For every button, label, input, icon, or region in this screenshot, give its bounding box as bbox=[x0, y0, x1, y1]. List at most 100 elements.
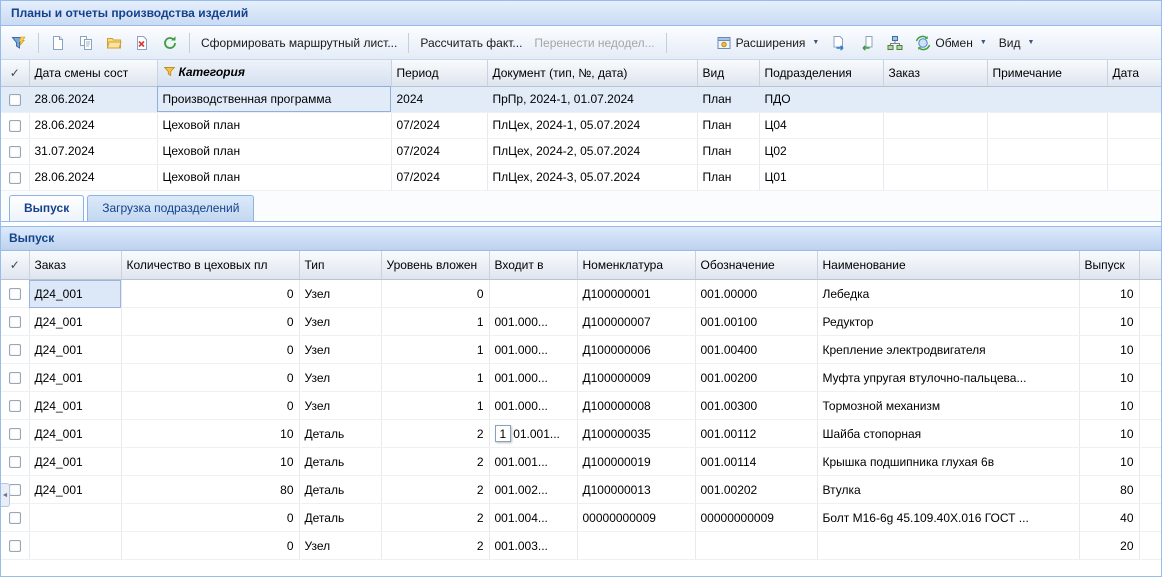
cell-name[interactable]: Болт М16-6g 45.109.40Х.016 ГОСТ ... bbox=[817, 504, 1079, 532]
cell-qty[interactable]: 0 bbox=[121, 392, 299, 420]
output-row[interactable]: Д24_001 0 Узел 1 001.000... Д100000008 0… bbox=[1, 392, 1161, 420]
cell-note[interactable] bbox=[987, 138, 1107, 164]
cell-designation[interactable]: 001.00000 bbox=[695, 280, 817, 308]
cell-nomenclature[interactable]: Д100000013 bbox=[577, 476, 695, 504]
cell-date2[interactable] bbox=[1107, 138, 1162, 164]
set-filter-button[interactable] bbox=[5, 31, 33, 55]
row-checkbox[interactable] bbox=[9, 540, 21, 552]
cell-parent[interactable]: 101.001... bbox=[489, 420, 577, 448]
calc-fact-button[interactable]: Рассчитать факт... bbox=[414, 32, 528, 54]
open-folder-button[interactable] bbox=[100, 31, 128, 55]
cell-note[interactable] bbox=[987, 112, 1107, 138]
cell-order[interactable] bbox=[883, 86, 987, 112]
plans-row[interactable]: 28.06.2024 Цеховой план 07/2024 ПлЦех, 2… bbox=[1, 112, 1162, 138]
row-checkbox[interactable] bbox=[9, 372, 21, 384]
structure-button[interactable] bbox=[881, 31, 909, 55]
cell-order[interactable]: Д24_001 bbox=[29, 364, 121, 392]
cell-name[interactable]: Муфта упругая втулочно-пальцева... bbox=[817, 364, 1079, 392]
cell-output[interactable]: 10 bbox=[1079, 364, 1139, 392]
cell-category[interactable]: Цеховой план bbox=[157, 112, 391, 138]
cell-type[interactable]: Деталь bbox=[299, 448, 381, 476]
cell-level[interactable]: 1 bbox=[381, 336, 489, 364]
row-checkbox[interactable] bbox=[9, 94, 21, 106]
col-header-document[interactable]: Документ (тип, №, дата) bbox=[487, 60, 697, 86]
exchange-button[interactable]: Обмен ▼ bbox=[909, 31, 992, 55]
tab-output[interactable]: Выпуск bbox=[9, 195, 84, 221]
cell-type[interactable]: Узел bbox=[299, 280, 381, 308]
splitter-collapse-button[interactable]: ◄ bbox=[1, 483, 10, 507]
output-row[interactable]: Д24_001 0 Узел 1 001.000... Д100000007 0… bbox=[1, 308, 1161, 336]
row-checkbox[interactable] bbox=[9, 428, 21, 440]
cell-nomenclature[interactable]: 00000000009 bbox=[577, 504, 695, 532]
col-header-parent[interactable]: Входит в bbox=[489, 251, 577, 280]
cell-nomenclature[interactable]: Д100000007 bbox=[577, 308, 695, 336]
plans-row[interactable]: 28.06.2024 Цеховой план 07/2024 ПлЦех, 2… bbox=[1, 164, 1162, 190]
cell-department[interactable]: Ц02 bbox=[759, 138, 883, 164]
cell-level[interactable]: 0 bbox=[381, 280, 489, 308]
cell-period[interactable]: 07/2024 bbox=[391, 138, 487, 164]
cell-qty[interactable]: 0 bbox=[121, 364, 299, 392]
row-checkbox[interactable] bbox=[9, 484, 21, 496]
cell-level[interactable]: 1 bbox=[381, 392, 489, 420]
row-checkbox[interactable] bbox=[9, 146, 21, 158]
cell-kind[interactable]: План bbox=[697, 112, 759, 138]
cell-parent[interactable]: 001.000... bbox=[489, 308, 577, 336]
cell-category[interactable]: Цеховой план bbox=[157, 164, 391, 190]
cell-kind[interactable]: План bbox=[697, 164, 759, 190]
cell-parent[interactable]: 001.000... bbox=[489, 392, 577, 420]
cell-output[interactable]: 10 bbox=[1079, 308, 1139, 336]
output-row[interactable]: Д24_001 10 Деталь 2 001.001... Д10000001… bbox=[1, 448, 1161, 476]
cell-order[interactable]: Д24_001 bbox=[29, 448, 121, 476]
cell-level[interactable]: 2 bbox=[381, 476, 489, 504]
cell-qty[interactable]: 0 bbox=[121, 280, 299, 308]
cell-level[interactable]: 2 bbox=[381, 504, 489, 532]
cell-order[interactable]: Д24_001 bbox=[29, 420, 121, 448]
cell-document[interactable]: ПлЦех, 2024-3, 05.07.2024 bbox=[487, 164, 697, 190]
export-document-button[interactable] bbox=[825, 31, 853, 55]
cell-name[interactable]: Лебедка bbox=[817, 280, 1079, 308]
col-header-nomenclature[interactable]: Номенклатура bbox=[577, 251, 695, 280]
cell-parent[interactable]: 001.001... bbox=[489, 448, 577, 476]
col-header-department[interactable]: Подразделения bbox=[759, 60, 883, 86]
row-checkbox[interactable] bbox=[9, 456, 21, 468]
cell-designation[interactable]: 001.00114 bbox=[695, 448, 817, 476]
output-row[interactable]: 0 Деталь 2 001.004... 00000000009 000000… bbox=[1, 504, 1161, 532]
cell-nomenclature[interactable]: Д100000035 bbox=[577, 420, 695, 448]
cell-order[interactable]: Д24_001 bbox=[29, 308, 121, 336]
cell-type[interactable]: Деталь bbox=[299, 504, 381, 532]
cell-parent[interactable] bbox=[489, 280, 577, 308]
cell-designation[interactable]: 001.00100 bbox=[695, 308, 817, 336]
cell-type[interactable]: Узел bbox=[299, 392, 381, 420]
row-checkbox[interactable] bbox=[9, 344, 21, 356]
col-header-designation[interactable]: Обозначение bbox=[695, 251, 817, 280]
cell-level[interactable]: 2 bbox=[381, 420, 489, 448]
cell-qty[interactable]: 10 bbox=[121, 420, 299, 448]
cell-level[interactable]: 1 bbox=[381, 364, 489, 392]
plans-row[interactable]: 28.06.2024 Производственная программа 20… bbox=[1, 86, 1162, 112]
cell-designation[interactable]: 001.00202 bbox=[695, 476, 817, 504]
cell-type[interactable]: Узел bbox=[299, 336, 381, 364]
cell-document[interactable]: ПрПр, 2024-1, 01.07.2024 bbox=[487, 86, 697, 112]
select-all-header[interactable]: ✓ bbox=[1, 251, 29, 280]
copy-document-button[interactable] bbox=[72, 31, 100, 55]
refresh-button[interactable] bbox=[156, 31, 184, 55]
cell-name[interactable]: Шайба стопорная bbox=[817, 420, 1079, 448]
cell-designation[interactable] bbox=[695, 532, 817, 560]
output-row[interactable]: 0 Узел 2 001.003... 20 bbox=[1, 532, 1161, 560]
cell-output[interactable]: 10 bbox=[1079, 448, 1139, 476]
cell-change-date[interactable]: 28.06.2024 bbox=[29, 112, 157, 138]
cell-order[interactable]: Д24_001 bbox=[29, 280, 121, 308]
cell-qty[interactable]: 0 bbox=[121, 532, 299, 560]
col-header-nesting-level[interactable]: Уровень вложен bbox=[381, 251, 489, 280]
cell-period[interactable]: 07/2024 bbox=[391, 112, 487, 138]
cell-name[interactable]: Крышка подшипника глухая 6в bbox=[817, 448, 1079, 476]
cell-designation[interactable]: 001.00200 bbox=[695, 364, 817, 392]
cell-nomenclature[interactable]: Д100000001 bbox=[577, 280, 695, 308]
cell-note[interactable] bbox=[987, 86, 1107, 112]
cell-category[interactable]: Цеховой план bbox=[157, 138, 391, 164]
cell-type[interactable]: Узел bbox=[299, 364, 381, 392]
output-row[interactable]: Д24_001 0 Узел 1 001.000... Д100000006 0… bbox=[1, 336, 1161, 364]
col-header-change-date[interactable]: Дата смены сост bbox=[29, 60, 157, 86]
col-header-category[interactable]: Категория bbox=[157, 60, 391, 86]
cell-order[interactable] bbox=[29, 504, 121, 532]
